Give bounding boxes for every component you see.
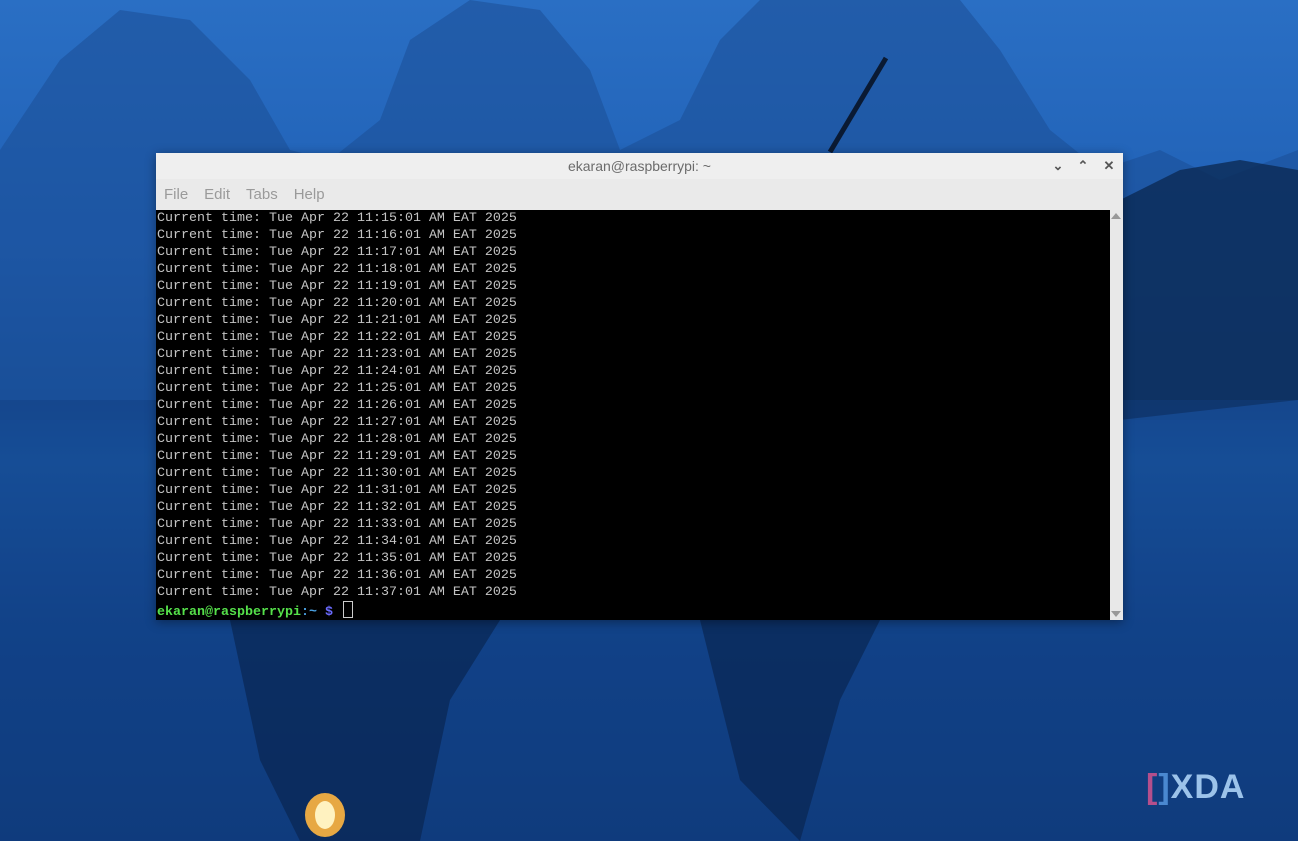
terminal-line: Current time: Tue Apr 22 11:18:01 AM EAT… (157, 262, 517, 277)
terminal-line: Current time: Tue Apr 22 11:34:01 AM EAT… (157, 534, 517, 549)
terminal-line: Current time: Tue Apr 22 11:25:01 AM EAT… (157, 381, 517, 396)
terminal-line: Current time: Tue Apr 22 11:20:01 AM EAT… (157, 296, 517, 311)
terminal-line: Current time: Tue Apr 22 11:22:01 AM EAT… (157, 330, 517, 345)
menu-help[interactable]: Help (294, 186, 325, 203)
terminal-line: Current time: Tue Apr 22 11:31:01 AM EAT… (157, 483, 517, 498)
terminal-line: Current time: Tue Apr 22 11:32:01 AM EAT… (157, 500, 517, 515)
terminal-line: Current time: Tue Apr 22 11:33:01 AM EAT… (157, 517, 517, 532)
prompt-user-host: ekaran@raspberrypi (157, 605, 301, 620)
prompt-path: :~ (300, 605, 317, 620)
terminal-line: Current time: Tue Apr 22 11:36:01 AM EAT… (157, 568, 517, 583)
terminal-line: Current time: Tue Apr 22 11:35:01 AM EAT… (157, 551, 517, 566)
scroll-up-icon[interactable] (1111, 213, 1121, 219)
terminal-line: Current time: Tue Apr 22 11:37:01 AM EAT… (157, 585, 517, 600)
minimize-button[interactable]: ⌄ (1049, 157, 1067, 175)
menu-bar: File Edit Tabs Help (156, 179, 1123, 210)
terminal-line: Current time: Tue Apr 22 11:26:01 AM EAT… (157, 398, 517, 413)
terminal-output[interactable]: Current time: Tue Apr 22 11:15:01 AM EAT… (156, 210, 1110, 620)
terminal-line: Current time: Tue Apr 22 11:15:01 AM EAT… (157, 211, 517, 226)
scrollbar[interactable] (1110, 210, 1123, 620)
menu-tabs[interactable]: Tabs (246, 186, 278, 203)
scroll-down-icon[interactable] (1111, 611, 1121, 617)
terminal-line: Current time: Tue Apr 22 11:19:01 AM EAT… (157, 279, 517, 294)
terminal-window: ekaran@raspberrypi: ~ ⌄ ⌃ ✕ File Edit Ta… (156, 153, 1123, 620)
text-cursor (342, 601, 353, 618)
terminal-line: Current time: Tue Apr 22 11:21:01 AM EAT… (157, 313, 517, 328)
terminal-line: Current time: Tue Apr 22 11:23:01 AM EAT… (157, 347, 517, 362)
prompt-line[interactable]: ekaran@raspberrypi:~ $ (157, 601, 1110, 620)
terminal-line: Current time: Tue Apr 22 11:30:01 AM EAT… (157, 466, 517, 481)
close-button[interactable]: ✕ (1100, 157, 1118, 175)
menu-edit[interactable]: Edit (204, 186, 230, 203)
terminal-line: Current time: Tue Apr 22 11:29:01 AM EAT… (157, 449, 517, 464)
menu-file[interactable]: File (164, 186, 188, 203)
title-bar[interactable]: ekaran@raspberrypi: ~ ⌄ ⌃ ✕ (156, 153, 1123, 179)
maximize-button[interactable]: ⌃ (1074, 157, 1092, 175)
terminal-line: Current time: Tue Apr 22 11:17:01 AM EAT… (157, 245, 517, 260)
xda-watermark-logo: []XDA (1146, 768, 1246, 806)
window-title: ekaran@raspberrypi: ~ (567, 158, 711, 174)
terminal-line: Current time: Tue Apr 22 11:16:01 AM EAT… (157, 228, 517, 243)
terminal-line: Current time: Tue Apr 22 11:24:01 AM EAT… (157, 364, 517, 379)
terminal-line: Current time: Tue Apr 22 11:27:01 AM EAT… (157, 415, 517, 430)
terminal-line: Current time: Tue Apr 22 11:28:01 AM EAT… (157, 432, 517, 447)
prompt-symbol: $ (316, 605, 333, 620)
